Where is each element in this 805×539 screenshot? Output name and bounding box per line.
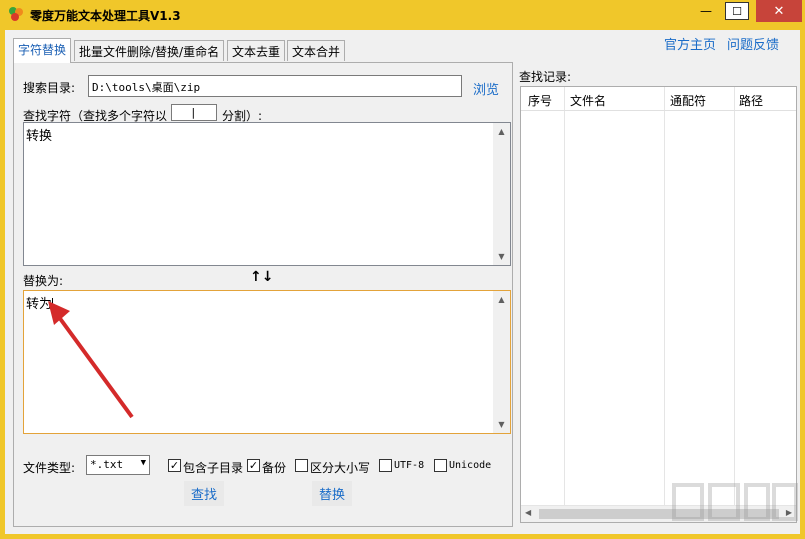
- column-divider: [565, 87, 665, 522]
- find-button[interactable]: 查找: [184, 481, 225, 506]
- tab-batch-file[interactable]: 批量文件删除/替换/重命名: [74, 40, 225, 61]
- annotation-arrow-icon: [48, 301, 134, 419]
- table-header: 序号 文件名 通配符 路径: [521, 87, 796, 111]
- results-table[interactable]: 序号 文件名 通配符 路径 ◀ ▶: [520, 86, 797, 523]
- scroll-down-icon[interactable]: ▼: [493, 248, 510, 265]
- app-window: 零度万能文本处理工具V1.3 — ☐ ✕ 字符替换 批量文件删除/替换/重命名 …: [0, 0, 805, 539]
- home-link[interactable]: 官方主页: [664, 34, 716, 53]
- client-area: 字符替换 批量文件删除/替换/重命名 文本去重 文本合并 官方主页 问题反馈 搜…: [5, 30, 800, 534]
- separator-input[interactable]: |: [171, 104, 217, 121]
- column-header[interactable]: 路径: [739, 92, 763, 109]
- tab-label: 批量文件删除/替换/重命名: [79, 45, 220, 59]
- tab-label: 字符替换: [18, 43, 67, 57]
- tab-panel: 搜索目录: D:\tools\桌面\zip 浏览 查找字符（查找多个字符以 | …: [13, 62, 513, 527]
- include-subdirs-checkbox[interactable]: ✓: [168, 459, 181, 472]
- unicode-label: Unicode: [449, 460, 492, 471]
- include-subdirs-label: 包含子目录: [183, 461, 244, 475]
- minimize-button[interactable]: —: [692, 0, 720, 22]
- app-logo-icon: [9, 7, 23, 21]
- tab-label: 文本去重: [232, 45, 281, 59]
- find-scrollbar[interactable]: ▲ ▼: [493, 123, 510, 265]
- chevron-down-icon: ▼: [140, 458, 146, 468]
- scroll-up-icon[interactable]: ▲: [493, 291, 510, 308]
- browse-button[interactable]: 浏览: [473, 79, 499, 98]
- tab-dedupe[interactable]: 文本去重: [227, 40, 286, 61]
- file-type-label: 文件类型:: [23, 461, 76, 475]
- scroll-down-icon[interactable]: ▼: [493, 416, 510, 433]
- search-dir-input[interactable]: D:\tools\桌面\zip: [88, 75, 462, 97]
- maximize-button[interactable]: ☐: [725, 2, 749, 20]
- watermark-logo-icon: [672, 483, 798, 521]
- close-button[interactable]: ✕: [756, 0, 802, 22]
- close-icon: ✕: [773, 3, 785, 19]
- window-title: 零度万能文本处理工具V1.3: [30, 9, 181, 23]
- case-sensitive-label: 区分大小写: [310, 461, 371, 475]
- utf8-checkbox[interactable]: [379, 459, 392, 472]
- replace-scrollbar[interactable]: ▲ ▼: [493, 291, 510, 433]
- scroll-up-icon[interactable]: ▲: [493, 123, 510, 140]
- tab-label: 文本合并: [292, 45, 341, 59]
- tab-merge[interactable]: 文本合并: [287, 40, 346, 61]
- replace-button[interactable]: 替换: [312, 481, 353, 506]
- column-header[interactable]: 文件名: [570, 92, 606, 109]
- column-divider: [665, 87, 735, 522]
- feedback-link[interactable]: 问题反馈: [727, 34, 779, 53]
- replace-label: 替换为:: [23, 274, 64, 288]
- find-text: 转换: [26, 129, 53, 144]
- minimize-icon: —: [700, 4, 712, 18]
- title-bar[interactable]: 零度万能文本处理工具V1.3 — ☐ ✕: [0, 0, 805, 30]
- case-sensitive-checkbox[interactable]: [295, 459, 308, 472]
- column-header[interactable]: 序号: [528, 92, 552, 109]
- search-dir-label: 搜索目录:: [23, 81, 76, 95]
- scroll-left-icon[interactable]: ◀: [525, 508, 531, 517]
- maximize-icon: ☐: [732, 4, 742, 18]
- tab-char-replace[interactable]: 字符替换: [13, 38, 72, 63]
- column-header[interactable]: 通配符: [670, 92, 706, 109]
- utf8-label: UTF-8: [394, 460, 425, 471]
- file-type-select[interactable]: *.txt ▼: [86, 455, 150, 475]
- find-textarea[interactable]: 转换 ▲ ▼: [23, 122, 511, 266]
- results-label: 查找记录:: [519, 70, 572, 84]
- backup-label: 备份: [262, 461, 287, 475]
- backup-checkbox[interactable]: ✓: [247, 459, 260, 472]
- swap-button[interactable]: ↑↓: [250, 269, 273, 285]
- file-type-value: *.txt: [90, 458, 124, 471]
- unicode-checkbox[interactable]: [434, 459, 447, 472]
- column-divider: [521, 87, 565, 522]
